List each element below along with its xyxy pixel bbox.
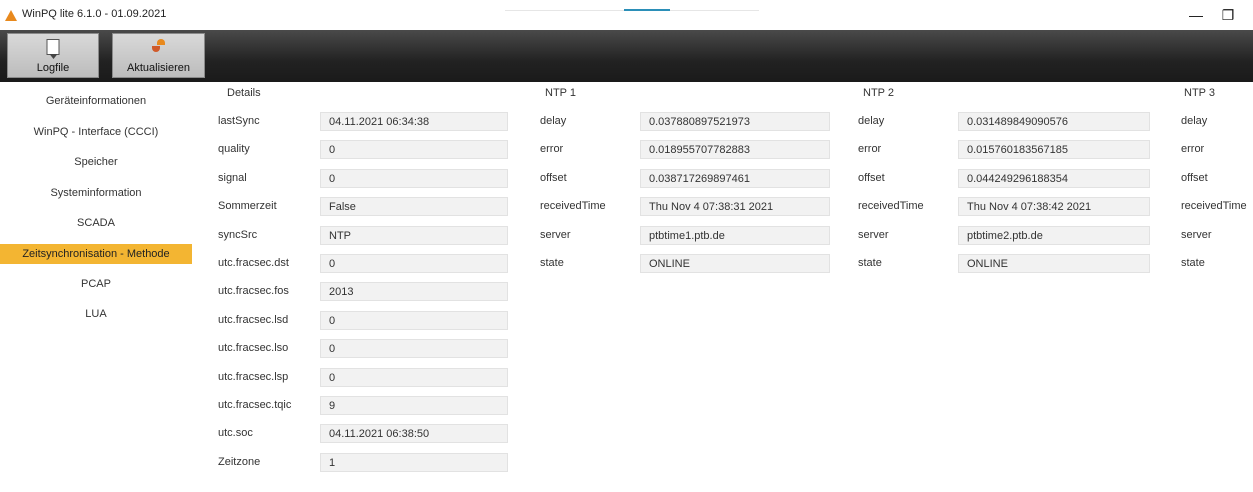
details-field-label: utc.fracsec.lso	[218, 342, 289, 355]
main-content: Details NTP 1 NTP 2 NTP 3 lastSync 04.11.…	[0, 82, 1253, 492]
details-field-value[interactable]: 04.11.2021 06:34:38	[320, 112, 508, 131]
details-field-value[interactable]: 0	[320, 339, 508, 359]
details-field-label: Sommerzeit	[218, 200, 277, 213]
details-field-label: utc.fracsec.lsp	[218, 370, 289, 383]
ntp2-field-value[interactable]: 0.031489849090576	[958, 112, 1150, 131]
ntp2-field-label: error	[858, 143, 882, 156]
ntp2-field-value[interactable]: ptbtime2.ptb.de	[958, 225, 1150, 245]
loading-indicator	[624, 9, 670, 11]
ntp1-field-value[interactable]: 0.038717269897461	[640, 168, 830, 188]
details-field-label: utc.fracsec.fos	[218, 285, 289, 298]
details-field-value[interactable]: 1	[320, 452, 508, 472]
ntp3-field-label: delay	[1181, 115, 1208, 127]
logfile-icon	[46, 39, 60, 59]
details-field-label: quality	[218, 143, 250, 156]
ntp3-field-label: state	[1181, 257, 1205, 269]
ntp2-field-label: server	[858, 228, 889, 241]
details-field-value[interactable]: 0	[320, 140, 508, 160]
details-field-value[interactable]: False	[320, 197, 508, 217]
details-field-label: utc.fracsec.dst	[218, 257, 289, 269]
ntp3-field-label: error	[1181, 143, 1205, 156]
ntp3-header: NTP 3	[1184, 87, 1215, 99]
ntp1-field-value[interactable]: ONLINE	[640, 254, 830, 273]
toolbar: Logfile Aktualisieren	[0, 30, 1253, 82]
ntp1-field-label: delay	[540, 115, 567, 127]
details-field-label: utc.fracsec.lsd	[218, 313, 289, 326]
restore-button[interactable]: ❐	[1215, 5, 1241, 25]
ntp2-field-label: state	[858, 257, 882, 269]
logfile-label: Logfile	[36, 62, 70, 74]
minimize-button[interactable]: —	[1183, 5, 1209, 25]
ntp1-field-label: error	[540, 143, 564, 156]
details-header: Details	[227, 87, 261, 99]
logfile-button[interactable]: Logfile	[7, 33, 99, 78]
details-field-value[interactable]: 0	[320, 254, 508, 273]
ntp1-field-value[interactable]: ptbtime1.ptb.de	[640, 225, 830, 245]
title-bar: WinPQ lite 6.1.0 - 01.09.2021 — ❐	[0, 0, 1253, 30]
window-title: WinPQ lite 6.1.0 - 01.09.2021	[22, 8, 167, 20]
ntp1-field-label: state	[540, 257, 564, 269]
ntp2-field-value[interactable]: 0.015760183567185	[958, 140, 1150, 160]
refresh-label: Aktualisieren	[127, 62, 190, 74]
details-field-value[interactable]: 0	[320, 168, 508, 188]
app-logo-icon	[5, 10, 17, 21]
details-field-label: signal	[218, 171, 247, 184]
details-field-label: syncSrc	[218, 228, 258, 241]
ntp3-field-label: server	[1181, 228, 1212, 241]
ntp1-field-label: receivedTime	[540, 200, 606, 213]
details-field-value[interactable]: 9	[320, 396, 508, 415]
ntp2-field-value[interactable]: Thu Nov 4 07:38:42 2021	[958, 197, 1150, 217]
details-field-value[interactable]: 0	[320, 310, 508, 330]
ntp1-field-value[interactable]: 0.037880897521973	[640, 112, 830, 131]
ntp2-field-label: receivedTime	[858, 200, 924, 213]
ntp1-header: NTP 1	[545, 87, 576, 99]
ntp2-field-label: offset	[858, 171, 885, 184]
details-field-value[interactable]: 04.11.2021 06:38:50	[320, 424, 508, 444]
ntp2-field-label: delay	[858, 115, 885, 127]
details-field-value[interactable]: NTP	[320, 225, 508, 245]
ntp2-field-value[interactable]: 0.044249296188354	[958, 168, 1150, 188]
details-field-label: lastSync	[218, 115, 260, 127]
ntp3-field-label: receivedTime	[1181, 200, 1247, 213]
ntp1-field-label: offset	[540, 171, 567, 184]
ntp3-field-label: offset	[1181, 171, 1208, 184]
details-field-label: utc.soc	[218, 427, 253, 440]
details-field-label: utc.fracsec.tqic	[218, 399, 292, 411]
refresh-icon	[151, 39, 167, 53]
ntp1-field-value[interactable]: 0.018955707782883	[640, 140, 830, 160]
details-field-value[interactable]: 0	[320, 367, 508, 387]
ntp1-field-label: server	[540, 228, 571, 241]
refresh-button[interactable]: Aktualisieren	[112, 33, 205, 78]
details-field-label: Zeitzone	[218, 455, 261, 468]
details-field-value[interactable]: 2013	[320, 282, 508, 302]
ntp2-header: NTP 2	[863, 87, 894, 99]
ntp1-field-value[interactable]: Thu Nov 4 07:38:31 2021	[640, 197, 830, 217]
ntp2-field-value[interactable]: ONLINE	[958, 254, 1150, 273]
